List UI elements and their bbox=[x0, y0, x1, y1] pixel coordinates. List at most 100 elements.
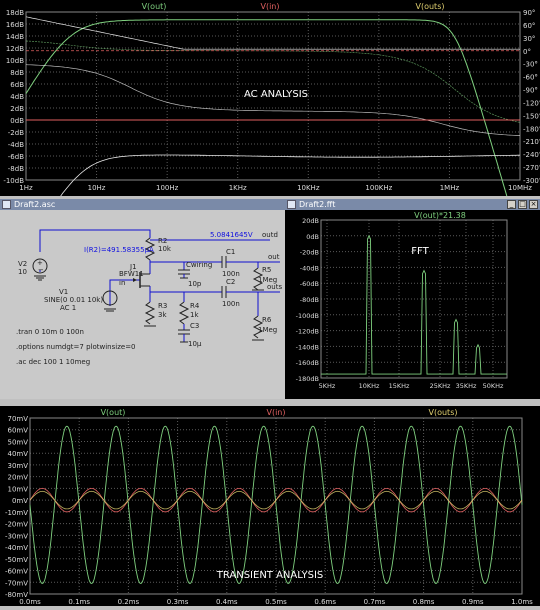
transient-legend-vout[interactable]: V(out) bbox=[101, 408, 126, 417]
ac-ylabel: 8dB bbox=[10, 69, 24, 77]
ac-ylabel: 14dB bbox=[6, 33, 24, 41]
r5-value: 1Meg bbox=[258, 276, 277, 284]
fft-legend[interactable]: V(out)*21.38 bbox=[414, 211, 466, 220]
ac-ylabel: -4dB bbox=[8, 141, 24, 149]
transient-xlabel: 0.2ms bbox=[118, 598, 140, 606]
fft-xlabel: 35KHz bbox=[456, 382, 477, 390]
ac-xlabel: 10MHz bbox=[508, 184, 532, 192]
ac-phase-label: 90° bbox=[523, 9, 535, 17]
voltage-source-v2[interactable]: + − V2 10 bbox=[18, 258, 48, 281]
transient-ylabel: -10mV bbox=[5, 509, 28, 517]
transient-ylabel: -40mV bbox=[5, 544, 28, 552]
transient-legend-vouts[interactable]: V(outs) bbox=[429, 408, 458, 417]
fft-titlebar[interactable]: Draft2.fft _ □ × bbox=[285, 199, 540, 210]
ac-ylabel: 16dB bbox=[6, 21, 24, 29]
transient-ylabel: -30mV bbox=[5, 532, 28, 540]
ac-trace-vout-phase bbox=[25, 40, 521, 123]
c2-value: 100n bbox=[222, 300, 240, 308]
maximize-button[interactable]: □ bbox=[518, 200, 527, 209]
spice-directive-options[interactable]: .options numdgt=7 plotwinsize=0 bbox=[16, 343, 136, 351]
transient-title: TRANSIENT ANALYSIS bbox=[216, 570, 324, 581]
ac-ylabel: 4dB bbox=[10, 93, 24, 101]
close-button[interactable]: × bbox=[529, 200, 538, 209]
transient-analysis-plot[interactable]: 70mV 60mV 50mV 40mV 30mV 20mV 10mV 0mV -10mV -20m… bbox=[0, 406, 540, 606]
capacitor-c2[interactable]: C2 100n bbox=[221, 278, 240, 308]
ac-legend-vout[interactable]: V(out) bbox=[142, 2, 167, 11]
transient-ylabel: 0mV bbox=[12, 497, 28, 505]
v1-ac: AC 1 bbox=[60, 304, 76, 312]
transient-xlabel: 0.1ms bbox=[68, 598, 90, 606]
transient-ylabel: 50mV bbox=[7, 438, 28, 446]
ac-legend-vin[interactable]: V(in) bbox=[260, 2, 279, 11]
schematic-title: Draft2.asc bbox=[14, 200, 56, 209]
fft-window[interactable]: Draft2.fft _ □ × 20dB 0dB -20dB -40dB -60dB -… bbox=[285, 199, 540, 399]
ac-xlabel: 1MHz bbox=[440, 184, 460, 192]
ac-ylabel: 10dB bbox=[6, 57, 24, 65]
node-outd-label: outd bbox=[262, 231, 278, 239]
ac-title: AC ANALYSIS bbox=[244, 89, 308, 100]
capacitor-c1[interactable]: C1 100n bbox=[221, 248, 240, 278]
capacitor-c3[interactable]: C3 10µ bbox=[178, 322, 202, 348]
svg-text:−: − bbox=[38, 266, 44, 274]
ac-phase-label: 30° bbox=[523, 35, 535, 43]
ac-legend-vouts[interactable]: V(outs) bbox=[416, 2, 445, 11]
schematic-window[interactable]: Draft2.asc + − V2 10 R2 10k I(R2)=491.58… bbox=[0, 199, 285, 399]
jfet-j1[interactable]: J1 BFW11 in bbox=[119, 263, 150, 288]
r3-name: R3 bbox=[158, 302, 167, 310]
spice-directive-tran[interactable]: .tran 0 10m 0 100n bbox=[16, 328, 84, 336]
transient-legend-vin[interactable]: V(in) bbox=[266, 408, 285, 417]
v1-value: SINE(0 0.01 10k) bbox=[44, 296, 103, 304]
fft-ylabel: -60dB bbox=[300, 280, 319, 288]
ac-phase-label: 60° bbox=[523, 22, 535, 30]
fft-xlabel: 15KHz bbox=[389, 382, 410, 390]
transient-xlabel: 0.8ms bbox=[413, 598, 435, 606]
fft-plot-canvas[interactable]: 20dB 0dB -20dB -40dB -60dB -80dB -100dB -120dB -… bbox=[285, 210, 540, 399]
r2-current-label: I(R2)=491.58355µA bbox=[84, 246, 154, 254]
resistor-r2[interactable]: R2 10k I(R2)=491.58355µA bbox=[84, 237, 172, 261]
ac-analysis-plot[interactable]: 18dB 16dB 14dB 12dB 10dB 8dB 6dB 4dB 2dB 0dB -2dB -… bbox=[0, 0, 540, 251]
resistor-r3[interactable]: R3 3k bbox=[144, 301, 167, 327]
transient-ylabel: -70mV bbox=[5, 579, 28, 587]
transient-ylabel: -60mV bbox=[5, 568, 28, 576]
r3-value: 3k bbox=[158, 311, 167, 319]
transient-xlabel: 1.0ms bbox=[511, 598, 533, 606]
ac-trace-vouts-phase bbox=[25, 64, 521, 136]
v2-value: 10 bbox=[18, 268, 27, 276]
resistor-r4[interactable]: R4 1k bbox=[178, 301, 200, 325]
cwiring-name: Cwiring bbox=[186, 261, 212, 269]
node-out-label: out bbox=[268, 253, 280, 261]
ac-ylabel: 12dB bbox=[6, 45, 24, 53]
spice-directive-ac[interactable]: .ac dec 100 1 10meg bbox=[16, 358, 90, 366]
ac-plot-canvas[interactable]: 18dB 16dB 14dB 12dB 10dB 8dB 6dB 4dB 2dB 0dB -2dB -… bbox=[0, 0, 540, 251]
c2-name: C2 bbox=[226, 278, 235, 286]
transient-xlabel: 0.7ms bbox=[364, 598, 386, 606]
ac-phase-label: -150° bbox=[523, 112, 540, 120]
node-outs-label: outs bbox=[267, 283, 282, 291]
ac-ylabel: -2dB bbox=[8, 129, 24, 137]
transient-ylabel: 10mV bbox=[7, 485, 28, 493]
capacitor-cwiring[interactable]: Cwiring 10p bbox=[178, 261, 212, 288]
ac-xlabel: 1Hz bbox=[19, 184, 33, 192]
ac-xlabel: 10KHz bbox=[297, 184, 320, 192]
fft-label: FFT bbox=[411, 246, 429, 257]
resistor-r6[interactable]: R6 1Meg bbox=[252, 315, 277, 341]
transient-plot-canvas[interactable]: 70mV 60mV 50mV 40mV 30mV 20mV 10mV 0mV -10mV -20m… bbox=[0, 406, 540, 606]
fft-ylabel: 20dB bbox=[302, 217, 319, 225]
ac-phase-label: -240° bbox=[523, 151, 540, 159]
r5-name: R5 bbox=[262, 266, 271, 274]
schematic-canvas[interactable]: + − V2 10 R2 10k I(R2)=491.58355µA J1 BF… bbox=[0, 210, 285, 399]
schematic-titlebar[interactable]: Draft2.asc bbox=[0, 199, 285, 210]
transient-ylabel: 70mV bbox=[7, 415, 28, 423]
minimize-button[interactable]: _ bbox=[507, 200, 516, 209]
v2-name: V2 bbox=[18, 260, 27, 268]
r2-value: 10k bbox=[158, 245, 172, 253]
transient-ylabel: -20mV bbox=[5, 521, 28, 529]
transient-ylabel: 30mV bbox=[7, 462, 28, 470]
fft-ylabel: -140dB bbox=[296, 343, 319, 351]
c1-value: 100n bbox=[222, 270, 240, 278]
ac-ylabel: -8dB bbox=[8, 165, 24, 173]
voltage-source-v1[interactable]: V1 SINE(0 0.01 10k) AC 1 bbox=[44, 288, 118, 312]
fft-ylabel: 0dB bbox=[306, 233, 319, 241]
transient-ylabel: -50mV bbox=[5, 556, 28, 564]
fft-ylabel: -40dB bbox=[300, 264, 319, 272]
